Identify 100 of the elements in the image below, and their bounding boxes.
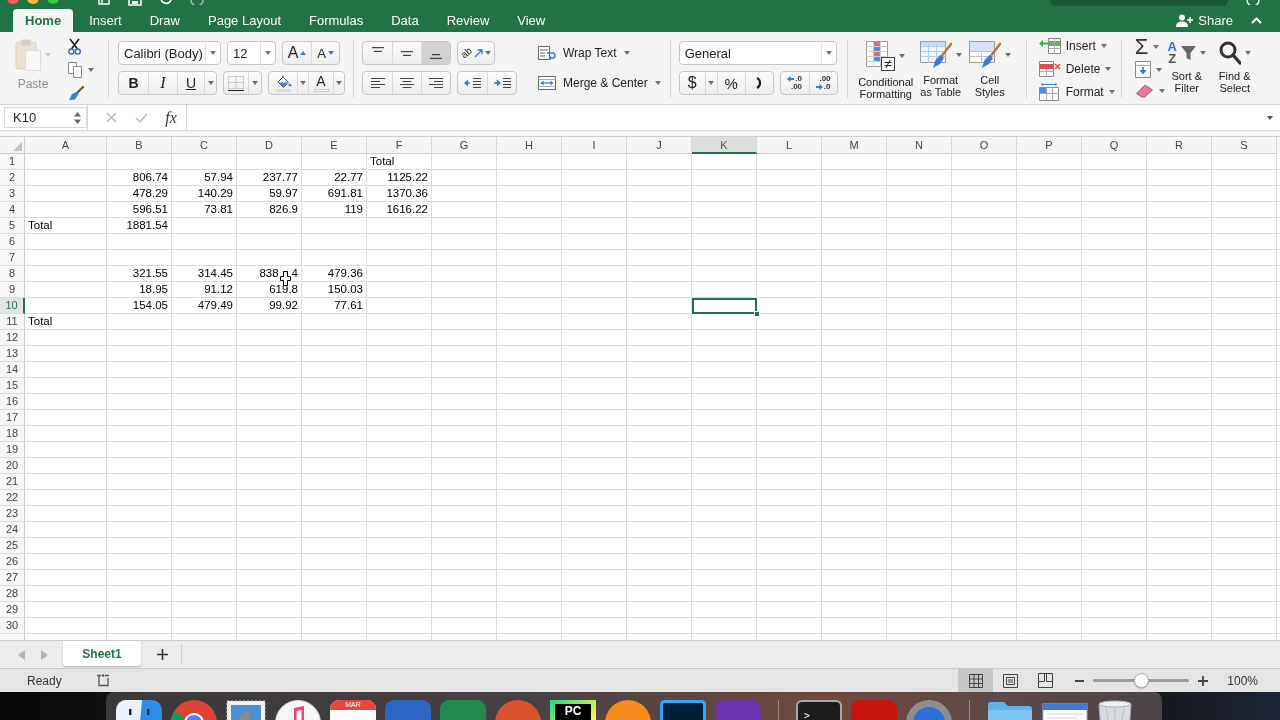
font-color-button[interactable]: A: [308, 72, 333, 94]
column-header[interactable]: B: [107, 137, 172, 154]
ribbon-tab[interactable]: Home: [13, 9, 74, 32]
record-macro-button[interactable]: [95, 674, 110, 687]
fill-handle[interactable]: [754, 311, 760, 317]
column-header[interactable]: P: [1017, 137, 1082, 154]
increase-decimal-button[interactable]: .0 .00: [780, 72, 809, 94]
column-header[interactable]: E: [302, 137, 367, 154]
find-select-button[interactable]: Find & Select: [1209, 35, 1260, 103]
column-header[interactable]: F: [367, 137, 432, 154]
borders-menu-button[interactable]: [248, 72, 261, 94]
column-header[interactable]: J: [627, 137, 692, 154]
column-header[interactable]: N: [887, 137, 952, 154]
row-header[interactable]: 28: [0, 586, 25, 602]
row-header[interactable]: 20: [0, 458, 25, 474]
merge-center-button[interactable]: Merge & Center: [536, 71, 663, 95]
sort-filter-button[interactable]: A Z Sort & Filter: [1163, 35, 1210, 103]
zoom-out-button[interactable]: [1073, 679, 1087, 682]
row-header[interactable]: 8: [0, 266, 25, 282]
font-color-menu-button[interactable]: [333, 72, 344, 94]
font-size-field[interactable]: 12: [227, 41, 276, 65]
normal-view-button[interactable]: [958, 669, 994, 692]
row-header[interactable]: 30: [0, 618, 25, 634]
row-header[interactable]: 1: [0, 154, 25, 170]
percent-button[interactable]: %: [716, 72, 745, 94]
wrap-text-button[interactable]: Wrap Text: [536, 41, 663, 65]
ribbon-tab[interactable]: Page Layout: [196, 9, 293, 32]
orientation-button[interactable]: ab: [458, 42, 494, 64]
shrink-font-button[interactable]: A: [311, 42, 339, 64]
ribbon-tab[interactable]: Review: [434, 9, 502, 32]
slider-thumb[interactable]: [1134, 673, 1150, 688]
ribbon-tab[interactable]: View: [505, 9, 558, 32]
italic-button[interactable]: I: [148, 72, 177, 94]
name-box[interactable]: K10: [4, 107, 87, 128]
column-header[interactable]: K: [692, 137, 757, 154]
ribbon-tab[interactable]: Insert: [77, 9, 134, 32]
row-header[interactable]: 27: [0, 570, 25, 586]
row-header[interactable]: 4: [0, 202, 25, 218]
app-icon[interactable]: PC: [550, 700, 596, 720]
row-header[interactable]: 2: [0, 170, 25, 186]
bold-button[interactable]: B: [119, 72, 148, 94]
format-cells-button[interactable]: Format: [1038, 80, 1115, 103]
column-header[interactable]: C: [172, 137, 237, 154]
selected-cell[interactable]: [692, 298, 757, 314]
ribbon-tab[interactable]: Formulas: [297, 9, 376, 32]
column-header[interactable]: G: [432, 137, 497, 154]
grow-font-button[interactable]: A: [283, 42, 311, 64]
row-header[interactable]: 21: [0, 474, 25, 490]
vertical-align-button[interactable]: [421, 42, 450, 64]
row-header[interactable]: 29: [0, 602, 25, 618]
row-header[interactable]: 14: [0, 362, 25, 378]
underline-button[interactable]: U: [177, 72, 204, 94]
share-button[interactable]: Share: [1174, 9, 1235, 32]
insert-cells-button[interactable]: Insert: [1038, 34, 1115, 57]
row-header[interactable]: 9: [0, 282, 25, 298]
delete-cells-button[interactable]: Delete: [1038, 57, 1115, 80]
column-header[interactable]: Q: [1082, 137, 1147, 154]
row-header[interactable]: 25: [0, 538, 25, 554]
row-header[interactable]: 6: [0, 234, 25, 250]
ribbon-tab[interactable]: Data: [379, 9, 431, 32]
table-styles-button[interactable]: Format as Table: [917, 35, 964, 103]
cell-styles-button[interactable]: Cell Styles: [965, 35, 1014, 103]
autosum-button[interactable]: Σ: [1131, 35, 1164, 59]
row-header[interactable]: 7: [0, 250, 25, 266]
row-header[interactable]: 13: [0, 346, 25, 362]
row-header[interactable]: 22: [0, 490, 25, 506]
row-header[interactable]: 11: [0, 314, 25, 330]
row-header[interactable]: 19: [0, 442, 25, 458]
column-header[interactable]: O: [952, 137, 1017, 154]
column-header[interactable]: L: [757, 137, 822, 154]
decrease-decimal-button[interactable]: .00 .0: [808, 72, 837, 94]
row-header[interactable]: 12: [0, 330, 25, 346]
column-header[interactable]: D: [237, 137, 302, 154]
row-header[interactable]: 16: [0, 394, 25, 410]
row-header[interactable]: 5: [0, 218, 25, 234]
column-header[interactable]: R: [1147, 137, 1212, 154]
column-header[interactable]: A: [25, 137, 107, 154]
column-header[interactable]: H: [497, 137, 562, 154]
conditional-styles-button[interactable]: Conditional Formatting: [855, 35, 916, 103]
insert-function-button[interactable]: fx: [156, 106, 186, 129]
terminal-icon[interactable]: >_: [796, 700, 842, 720]
underline-menu-button[interactable]: [204, 72, 216, 94]
row-header[interactable]: 10: [0, 298, 25, 314]
column-header[interactable]: I: [562, 137, 627, 154]
fill-color-menu-button[interactable]: [297, 72, 308, 94]
zoom-in-button[interactable]: [1196, 675, 1211, 686]
row-header[interactable]: 3: [0, 186, 25, 202]
currency-menu-button[interactable]: [704, 72, 717, 94]
font-name-field[interactable]: Calibri (Body): [118, 41, 221, 65]
row-header[interactable]: 17: [0, 410, 25, 426]
ribbon-tab[interactable]: Draw: [137, 9, 192, 32]
row-header[interactable]: 24: [0, 522, 25, 538]
number-format-field[interactable]: General: [678, 41, 837, 65]
row-header[interactable]: 26: [0, 554, 25, 570]
column-header[interactable]: S: [1212, 137, 1277, 154]
row-header[interactable]: 23: [0, 506, 25, 522]
row-header[interactable]: 18: [0, 426, 25, 442]
currency-button[interactable]: $: [679, 72, 705, 94]
sheet-tab[interactable]: Sheet1: [63, 641, 141, 666]
row-header[interactable]: 15: [0, 378, 25, 394]
